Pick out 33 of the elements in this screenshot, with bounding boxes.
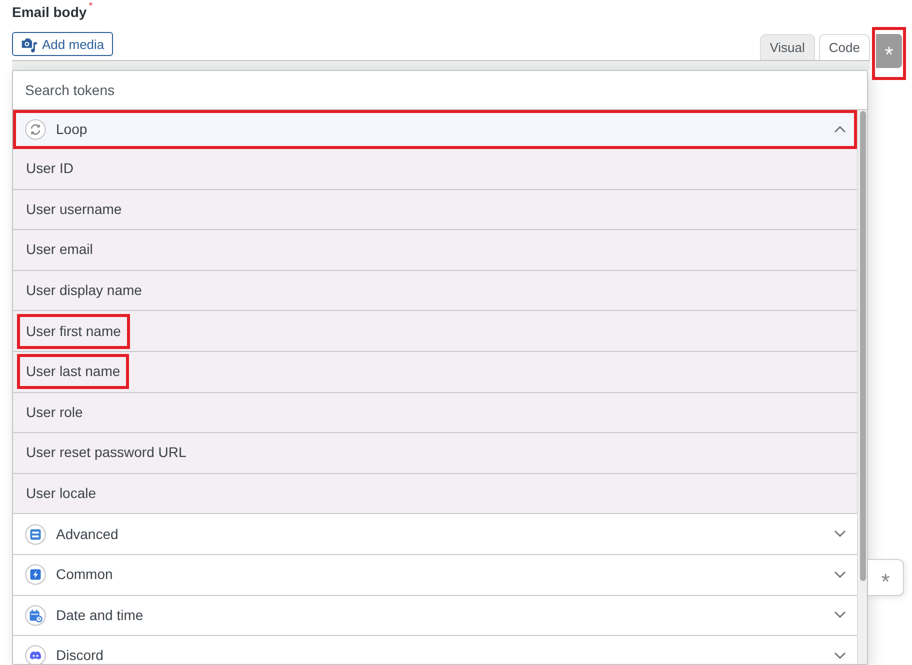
chevron-down-icon — [834, 570, 846, 579]
token-item[interactable]: User locale — [17, 476, 106, 512]
token-item[interactable]: User username — [17, 192, 131, 227]
chevron-up-icon — [834, 125, 846, 133]
token-group-header[interactable]: Advanced — [13, 514, 857, 555]
cycle-arrows-icon — [25, 118, 46, 140]
token-button[interactable]: * — [868, 559, 904, 596]
token-item[interactable]: User display name — [17, 273, 151, 308]
token-group-header[interactable]: Common — [13, 554, 857, 596]
token-group-header[interactable]: Date and time — [13, 596, 857, 636]
chevron-down-icon — [834, 652, 846, 660]
token-group-header[interactable]: Loop — [13, 110, 857, 149]
search-field[interactable]: Search tokens — [13, 71, 867, 110]
token-item[interactable]: User ID — [17, 151, 82, 186]
scrollbar-thumb[interactable] — [860, 111, 866, 581]
editor-tab[interactable]: Code — [818, 34, 870, 60]
field-label: Email body — [12, 4, 87, 20]
token-group-header[interactable]: Discord — [13, 636, 857, 664]
calendar-icon — [25, 604, 46, 626]
token-item[interactable]: User first name — [17, 314, 130, 349]
token-item[interactable]: User role — [17, 394, 92, 430]
chevron-down-icon — [834, 530, 846, 538]
token-item[interactable]: User reset password URL — [17, 435, 196, 470]
panel-icon — [25, 524, 46, 545]
chevron-down-icon — [834, 611, 846, 620]
media-icon — [21, 36, 38, 52]
add-media-button[interactable]: Add media — [12, 32, 114, 56]
token-item[interactable]: User last name — [17, 354, 130, 390]
required-mark: * — [88, 1, 93, 12]
lightning-icon — [25, 564, 46, 586]
scrollbar[interactable] — [857, 110, 867, 664]
token-item[interactable]: User email — [17, 232, 102, 268]
editor-tab[interactable]: Visual — [760, 34, 815, 60]
